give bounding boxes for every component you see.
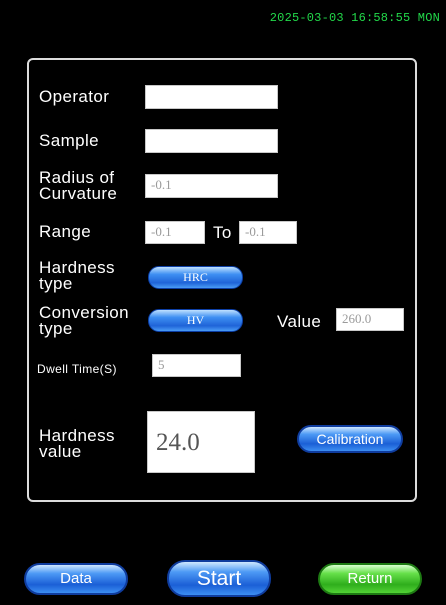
conversion-type-label: Conversion type xyxy=(39,304,129,338)
range-from-input[interactable]: -0.1 xyxy=(145,221,205,244)
radius-label-line2: Curvature xyxy=(39,184,118,203)
data-button[interactable]: Data xyxy=(24,563,128,595)
dwell-time-input[interactable]: 5 xyxy=(152,354,241,377)
conversion-value-input[interactable]: 260.0 xyxy=(336,308,404,331)
range-label: Range xyxy=(39,222,92,241)
hardness-value-label: Hardness value xyxy=(39,427,115,461)
hardness-value-display: 24.0 xyxy=(147,411,255,473)
radius-label: Radius of Curvature xyxy=(39,169,118,203)
radius-input[interactable]: -0.1 xyxy=(145,174,278,198)
conversion-type-label-line2: type xyxy=(39,319,73,338)
sample-label: Sample xyxy=(39,131,100,150)
return-button[interactable]: Return xyxy=(318,563,422,595)
conversion-type-button[interactable]: HV xyxy=(148,309,243,332)
range-to-label: To xyxy=(213,223,232,242)
operator-label: Operator xyxy=(39,87,110,106)
hardness-type-button[interactable]: HRC xyxy=(148,266,243,289)
conversion-value-label: Value xyxy=(277,312,322,331)
range-to-input[interactable]: -0.1 xyxy=(239,221,297,244)
dwell-time-label: Dwell Time(S) xyxy=(37,362,117,376)
hardness-type-label-line2: type xyxy=(39,274,73,293)
hardness-type-label: Hardness type xyxy=(39,259,115,293)
start-button[interactable]: Start xyxy=(167,560,271,597)
datetime-display: 2025-03-03 16:58:55 MON xyxy=(269,11,440,25)
operator-input[interactable] xyxy=(145,85,278,109)
calibration-button[interactable]: Calibration xyxy=(297,425,403,453)
hardness-value-label-line2: value xyxy=(39,442,82,461)
sample-input[interactable] xyxy=(145,129,278,153)
